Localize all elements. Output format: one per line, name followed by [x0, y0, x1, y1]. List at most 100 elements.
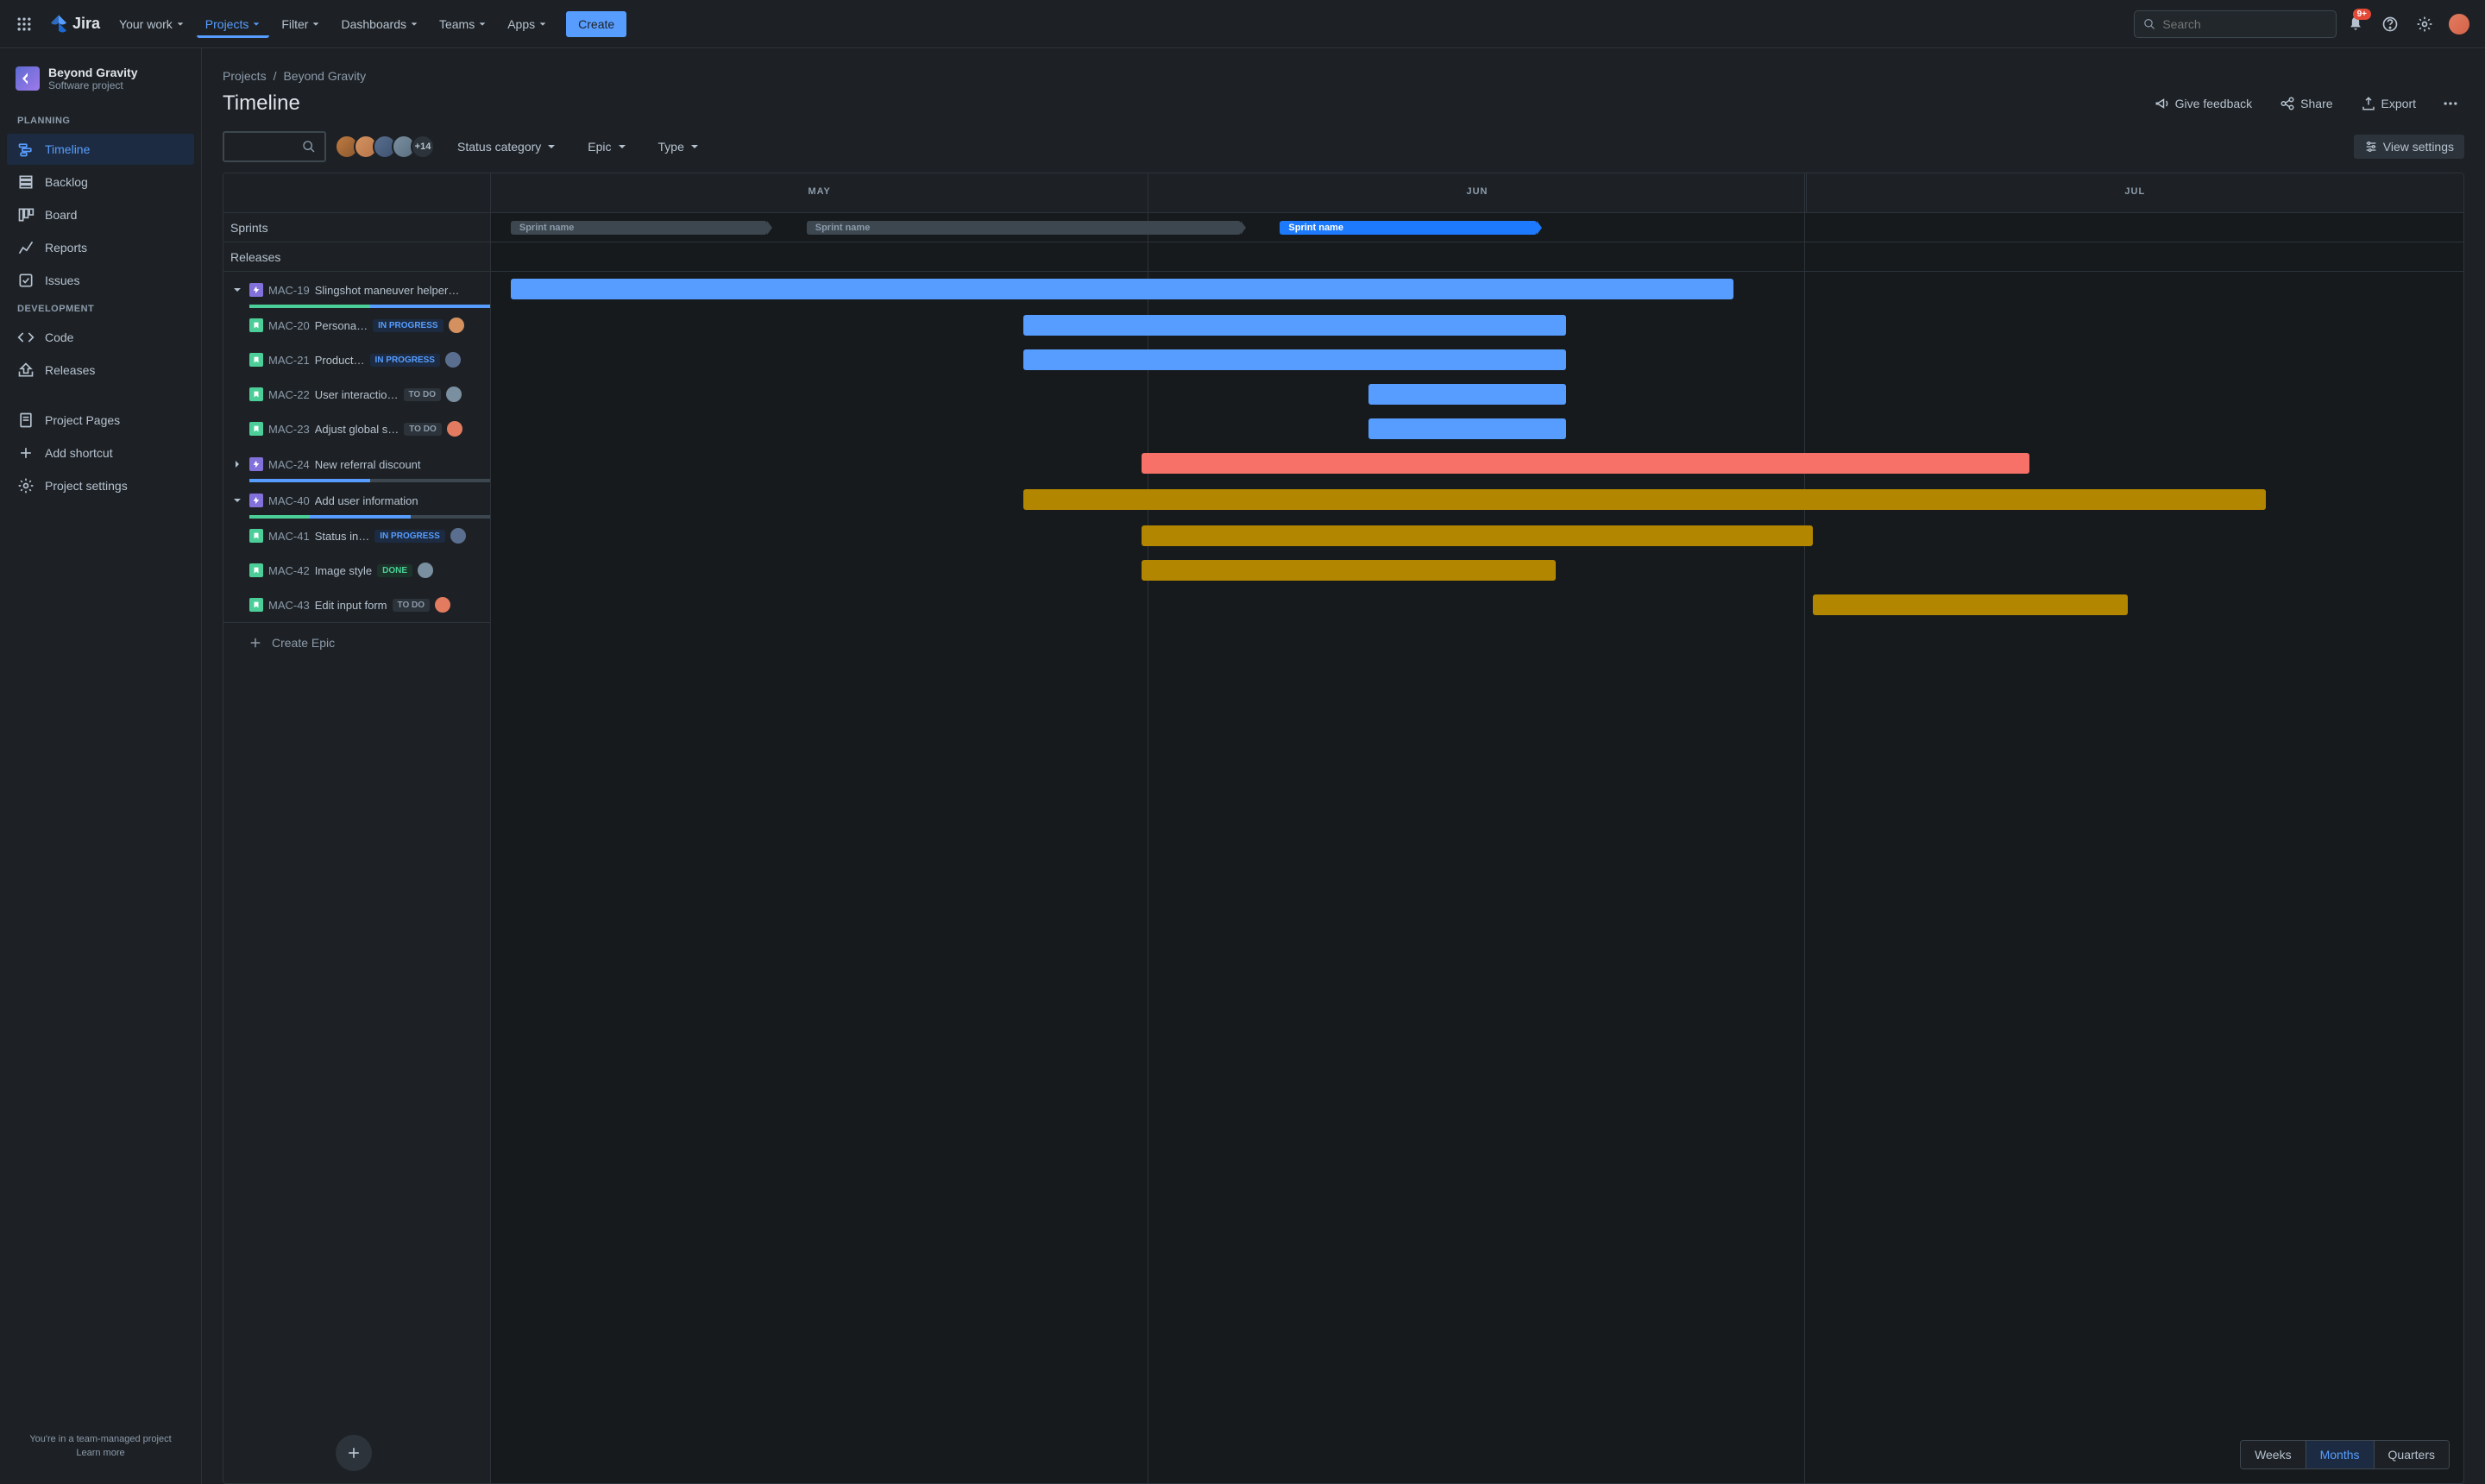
assignee-avatar[interactable] [449, 318, 464, 333]
epic-row[interactable]: MAC-19 Slingshot maneuver helper… [223, 272, 490, 308]
issue-key[interactable]: MAC-22 [268, 388, 310, 401]
epic-row[interactable]: MAC-24 New referral discount [223, 446, 490, 482]
sidebar-item-reports[interactable]: Reports [7, 232, 194, 263]
app-switcher-icon[interactable] [10, 10, 38, 38]
timeline-bar[interactable] [511, 279, 1733, 299]
timeline-bar[interactable] [1368, 384, 1566, 405]
timeline-search[interactable] [223, 131, 326, 162]
status-badge[interactable]: TO DO [404, 423, 441, 436]
timeline-bar-row [491, 308, 2463, 343]
notifications-icon[interactable]: 9+ [2342, 10, 2369, 38]
timeline-bar-row [491, 588, 2463, 622]
issue-key[interactable]: MAC-41 [268, 530, 310, 543]
assignee-filter[interactable]: +14 [340, 135, 435, 159]
nav-projects[interactable]: Projects [197, 10, 270, 38]
issue-key[interactable]: MAC-20 [268, 319, 310, 332]
assignee-avatar[interactable] [450, 528, 466, 544]
view-settings-button[interactable]: View settings [2354, 135, 2464, 159]
story-type-icon [249, 353, 263, 367]
sprint-pill[interactable]: Sprint name [807, 221, 1241, 235]
export-button[interactable]: Export [2354, 91, 2423, 116]
story-row[interactable]: MAC-42 Image style DONE [223, 553, 490, 588]
timeline-bar[interactable] [1023, 349, 1566, 370]
epic-filter[interactable]: Epic [579, 135, 635, 159]
user-avatar[interactable] [2445, 10, 2473, 38]
jira-logo[interactable]: Jira [48, 14, 100, 35]
global-search[interactable] [2134, 10, 2337, 38]
status-category-filter[interactable]: Status category [449, 135, 565, 159]
sidebar-item-issues[interactable]: Issues [7, 265, 194, 296]
type-filter[interactable]: Type [650, 135, 708, 159]
sidebar-item-add-shortcut[interactable]: Add shortcut [7, 437, 194, 468]
settings-icon[interactable] [2411, 10, 2438, 38]
story-row[interactable]: MAC-43 Edit input form TO DO [223, 588, 490, 622]
timeline-bar[interactable] [1813, 594, 2129, 615]
issue-title: New referral discount [315, 458, 421, 471]
status-badge[interactable]: TO DO [404, 388, 441, 401]
expand-caret-icon[interactable] [230, 283, 244, 297]
learn-more-link[interactable]: Learn more [16, 1448, 186, 1458]
give-feedback-button[interactable]: Give feedback [2148, 91, 2260, 116]
search-input[interactable] [2162, 17, 2327, 31]
sidebar-item-project-pages[interactable]: Project Pages [7, 405, 194, 436]
breadcrumb-projects[interactable]: Projects [223, 69, 267, 83]
timeline-bar[interactable] [1023, 315, 1566, 336]
assignee-avatar[interactable] [435, 597, 450, 613]
sidebar-item-code[interactable]: Code [7, 322, 194, 353]
timeline-bar[interactable] [1142, 453, 2029, 474]
story-row[interactable]: MAC-22 User interactio… TO DO [223, 377, 490, 412]
avatar-overflow[interactable]: +14 [411, 135, 435, 159]
story-row[interactable]: MAC-41 Status in… IN PROGRESS [223, 519, 490, 553]
issue-key[interactable]: MAC-19 [268, 284, 310, 297]
expand-caret-icon[interactable] [230, 457, 244, 471]
timeline-bar[interactable] [1023, 489, 2266, 510]
issue-key[interactable]: MAC-40 [268, 494, 310, 507]
status-badge[interactable]: TO DO [393, 599, 430, 612]
story-row[interactable]: MAC-20 Persona… IN PROGRESS [223, 308, 490, 343]
more-actions-button[interactable] [2437, 90, 2464, 117]
issue-key[interactable]: MAC-23 [268, 423, 310, 436]
project-header[interactable]: Beyond Gravity Software project [7, 66, 194, 109]
zoom-quarters[interactable]: Quarters [2374, 1441, 2449, 1468]
zoom-weeks[interactable]: Weeks [2241, 1441, 2306, 1468]
add-button[interactable] [336, 1435, 372, 1471]
create-epic-button[interactable]: Create Epic [223, 622, 490, 662]
timeline-right-column[interactable]: MAY JUN JUL Sprint name Sprint name Spri… [491, 173, 2463, 1483]
help-icon[interactable] [2376, 10, 2404, 38]
assignee-avatar[interactable] [447, 421, 462, 437]
timeline-bar[interactable] [1142, 525, 1812, 546]
issue-key[interactable]: MAC-24 [268, 458, 310, 471]
sidebar-item-releases[interactable]: Releases [7, 355, 194, 386]
timeline-bar[interactable] [1368, 418, 1566, 439]
sprint-pill-active[interactable]: Sprint name [1280, 221, 1536, 235]
issue-key[interactable]: MAC-43 [268, 599, 310, 612]
issue-key[interactable]: MAC-42 [268, 564, 310, 577]
assignee-avatar[interactable] [446, 387, 462, 402]
sidebar-item-project-settings[interactable]: Project settings [7, 470, 194, 501]
sprint-pill[interactable]: Sprint name [511, 221, 767, 235]
status-badge[interactable]: IN PROGRESS [370, 354, 440, 367]
nav-apps[interactable]: Apps [499, 10, 556, 38]
epic-row[interactable]: MAC-40 Add user information [223, 482, 490, 519]
sidebar-item-timeline[interactable]: Timeline [7, 134, 194, 165]
breadcrumb-project[interactable]: Beyond Gravity [283, 69, 366, 83]
nav-your-work[interactable]: Your work [110, 10, 193, 38]
create-button[interactable]: Create [566, 11, 626, 37]
status-badge[interactable]: IN PROGRESS [373, 319, 443, 332]
story-row[interactable]: MAC-21 Product… IN PROGRESS [223, 343, 490, 377]
nav-teams[interactable]: Teams [431, 10, 495, 38]
nav-filter[interactable]: Filter [273, 10, 329, 38]
assignee-avatar[interactable] [418, 563, 433, 578]
zoom-months[interactable]: Months [2306, 1441, 2374, 1468]
sidebar-item-backlog[interactable]: Backlog [7, 167, 194, 198]
status-badge[interactable]: DONE [377, 564, 412, 577]
nav-dashboards[interactable]: Dashboards [332, 10, 427, 38]
expand-caret-icon[interactable] [230, 494, 244, 507]
timeline-bar[interactable] [1142, 560, 1556, 581]
status-badge[interactable]: IN PROGRESS [374, 530, 444, 543]
share-button[interactable]: Share [2273, 91, 2339, 116]
issue-key[interactable]: MAC-21 [268, 354, 310, 367]
story-row[interactable]: MAC-23 Adjust global s… TO DO [223, 412, 490, 446]
sidebar-item-board[interactable]: Board [7, 199, 194, 230]
assignee-avatar[interactable] [445, 352, 461, 368]
